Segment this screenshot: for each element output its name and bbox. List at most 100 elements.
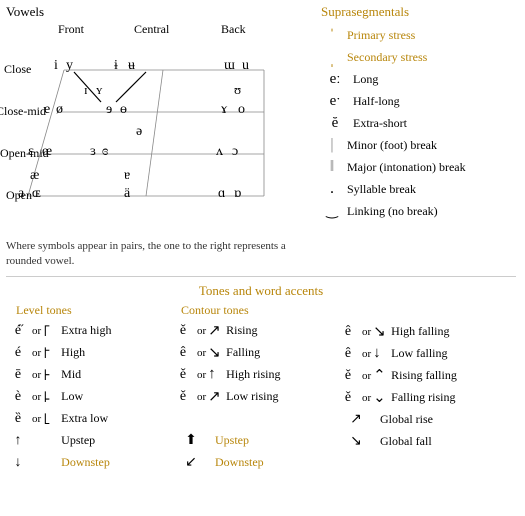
supra-symbol-secondary: ˌ — [321, 47, 343, 68]
tone-lbl-high: High — [61, 345, 85, 360]
tone-row-falling: ê or ↘ Falling — [171, 342, 336, 364]
supra-label-primary: Primary stress — [347, 28, 415, 43]
vowel-i-center: ɨ — [114, 58, 118, 74]
tone-row-low-falling: ê or ↓ Low falling — [336, 343, 511, 365]
tone-lbl-high-rising: High rising — [226, 367, 280, 382]
supra-label-syllable: Syllable break — [347, 182, 416, 197]
supra-label-long: Long — [353, 72, 378, 87]
col-back: Back — [221, 22, 246, 37]
supra-symbol-long: eː — [321, 71, 349, 88]
tone-lbl-rising-falling: Rising falling — [391, 368, 457, 383]
col-front: Front — [58, 22, 84, 37]
tone-dia-low-rising: ↗ — [208, 387, 222, 406]
tone-sym-rising: ě — [171, 323, 195, 339]
vowel-o-center: ɵ — [120, 102, 127, 118]
tone-or-c4: or — [362, 392, 371, 404]
tone-lbl-falling-rising: Falling rising — [391, 390, 455, 405]
tone-row-upstep: ↑ or Upstep — [6, 430, 171, 452]
supra-row-syllable: . Syllable break — [321, 178, 521, 200]
supra-label-linking: Linking (no break) — [347, 204, 438, 219]
vowel-oe-open: ɶ — [32, 186, 41, 202]
tone-row-extra-low: ȅ or ꜖ Extra low — [6, 408, 171, 430]
tone-sym-falling-rising: ě — [336, 390, 360, 406]
vowel-near-open: ɐ — [124, 168, 130, 184]
tone-lbl-upstep2: Upstep — [215, 433, 249, 448]
supra-row-linking: ‿ Linking (no break) — [321, 200, 521, 222]
tone-or-r2: or — [197, 347, 206, 359]
tone-sym-mid: ē — [6, 367, 30, 383]
vowel-y: y — [66, 58, 73, 74]
tone-dia-rising-falling: ⌃ — [373, 366, 387, 385]
supra-symbol-primary: ˈ — [321, 25, 343, 46]
supra-row-primary: ˈ Primary stress — [321, 24, 521, 46]
tone-row-low-rising: ě or ↗ Low rising — [171, 386, 336, 408]
vowel-turned-a: ɒ — [234, 186, 241, 202]
vowel-I: ɪ — [84, 82, 88, 98]
col-central: Central — [134, 22, 169, 37]
tone-dia-falling: ↘ — [208, 343, 222, 362]
tone-row-mid: ē or ꜔ Mid — [6, 364, 171, 386]
supra-symbol-syllable: . — [321, 180, 343, 198]
tone-row-rising: ě or ↗ Rising — [171, 320, 336, 342]
tone-sym-high-rising: ě — [171, 367, 195, 383]
tone-dia-high-falling: ↘ — [373, 322, 387, 341]
tone-or-r1: or — [197, 325, 206, 337]
supra-label-extra-short: Extra-short — [353, 116, 407, 131]
tone-sym-falling: ê — [171, 345, 195, 361]
tone-dia-mid: ꜔ — [43, 365, 57, 385]
contour-tones-title: Contour tones — [171, 303, 336, 318]
tone-dia-extra-high: ꜒ — [43, 321, 57, 341]
supra-label-minor: Minor (foot) break — [347, 138, 437, 153]
supra-symbol-half-long: eˑ — [321, 93, 349, 110]
tone-dia-falling-rising: ⌄ — [373, 388, 387, 407]
supra-title: Suprasegmentals — [321, 4, 521, 20]
tone-lbl-global-rise: Global rise — [380, 412, 433, 427]
supra-row-half-long: eˑ Half-long — [321, 90, 521, 112]
tone-or-5: or — [32, 413, 41, 425]
supra-row-extra-short: ĕ Extra-short — [321, 112, 521, 134]
tone-lbl-low: Low — [61, 389, 83, 404]
tone-lbl-upstep: Upstep — [61, 433, 95, 448]
tone-row-high-falling: ê or ↘ High falling — [336, 321, 511, 343]
supra-symbol-linking: ‿ — [321, 203, 343, 220]
vowel-a: a — [18, 186, 24, 202]
supra-row-secondary: ˌ Secondary stress — [321, 46, 521, 68]
tone-or-c2: or — [362, 348, 371, 360]
tone-row-falling-rising: ě or ⌄ Falling rising — [336, 387, 511, 409]
tone-sym-upstep: ↑ — [6, 433, 30, 449]
vowel-eps: ɛ — [28, 144, 34, 160]
tone-or-4: or — [32, 391, 41, 403]
tone-sym-extra-low: ȅ — [6, 411, 30, 427]
tone-sym-low: è — [6, 389, 30, 405]
tone-lbl-global-fall: Global fall — [380, 434, 432, 449]
vowel-e-open2: ɞ — [102, 144, 108, 160]
supra-row-major: ‖ Major (intonation) break — [321, 156, 521, 178]
vowels-svg — [6, 42, 296, 237]
tone-or-1: or — [32, 325, 41, 337]
vowel-turn-v: ʌ — [216, 144, 223, 160]
tone-sym-rising-falling: ě — [336, 368, 360, 384]
vowel-a-center: ä — [124, 186, 130, 202]
tone-row-downstep: ↓ or Downstep — [6, 452, 171, 474]
tone-or-3: or — [32, 369, 41, 381]
tone-row-upstep2: ⬆ Upstep — [171, 430, 336, 452]
supra-symbol-minor: | — [321, 136, 343, 154]
vowel-u-center: ʉ — [128, 58, 135, 74]
separator — [6, 276, 516, 277]
row-close-mid: Close-mid — [0, 104, 46, 119]
vowel-w: ɯ — [224, 58, 235, 74]
tone-row-high-rising: ě or ↑ High rising — [171, 364, 336, 386]
tone-row-extra-high: é̋ or ꜒ Extra high — [6, 320, 171, 342]
tone-dia-high-rising: ↑ — [208, 366, 222, 383]
tone-sym-global-rise: ↗ — [336, 411, 376, 428]
tone-lbl-low-falling: Low falling — [391, 346, 447, 361]
tone-or-r4: or — [197, 391, 206, 403]
tone-sym-extra-high: é̋ — [6, 323, 30, 339]
tone-or-r3: or — [197, 369, 206, 381]
vowel-alpha: ɑ — [218, 186, 225, 202]
supra-row-long: eː Long — [321, 68, 521, 90]
tone-dia-low: ꜕ — [43, 387, 57, 407]
tone-lbl-downstep: Downstep — [61, 455, 110, 470]
tone-sym-low-falling: ê — [336, 346, 360, 362]
vowel-u: u — [242, 58, 249, 74]
